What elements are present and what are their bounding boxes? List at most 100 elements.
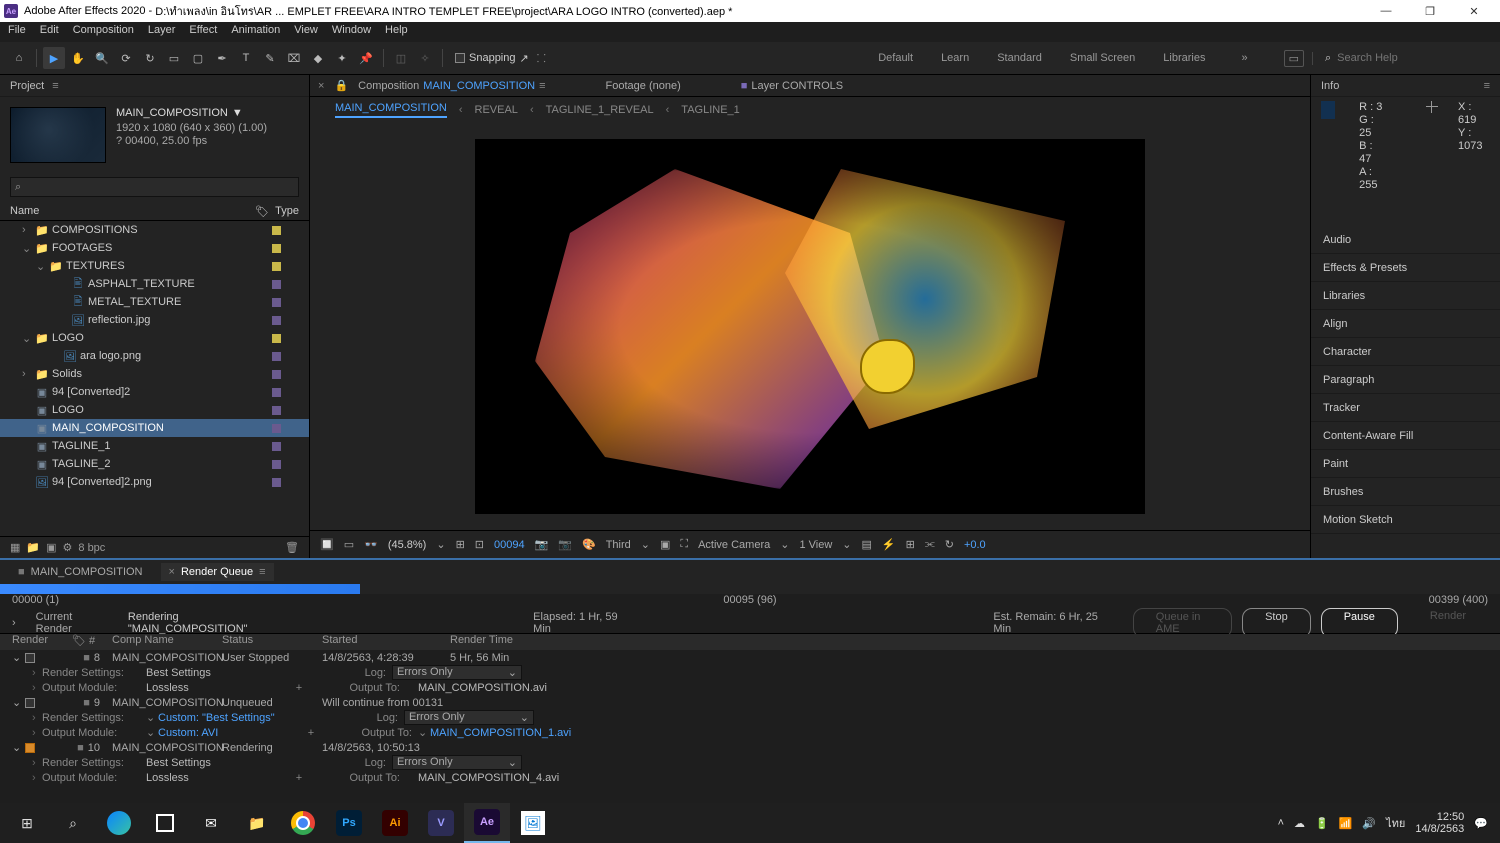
label-swatch[interactable]: [272, 442, 281, 451]
illustrator-button[interactable]: Ai: [372, 803, 418, 843]
footage-tab[interactable]: Footage (none): [606, 80, 681, 92]
log-dropdown[interactable]: Errors Only⌄: [392, 665, 522, 680]
breadcrumb-item[interactable]: TAGLINE_1_REVEAL: [546, 104, 654, 116]
rect-tool[interactable]: ▢: [187, 47, 209, 69]
workspace-small[interactable]: Small Screen: [1070, 52, 1135, 64]
tree-row[interactable]: 🖼 ara logo.png: [0, 347, 309, 365]
composition-viewer[interactable]: [310, 123, 1310, 530]
panel-libraries[interactable]: Libraries: [1311, 282, 1500, 310]
tree-row[interactable]: ▣ TAGLINE_2: [0, 455, 309, 473]
panel-menu-icon[interactable]: ≡: [1484, 80, 1490, 92]
pen-tool[interactable]: ✒: [211, 47, 233, 69]
add-output-icon[interactable]: +: [292, 682, 306, 694]
chevron-down-icon[interactable]: ⌄: [436, 538, 445, 551]
wifi-icon[interactable]: 📶: [1339, 817, 1353, 830]
dropdown-icon[interactable]: ⌄: [146, 726, 158, 739]
disclosure-icon[interactable]: ⌄: [12, 696, 21, 709]
breadcrumb-item[interactable]: TAGLINE_1: [681, 104, 740, 116]
trash-icon[interactable]: 🗑: [285, 541, 299, 554]
output-module-row[interactable]: › Output Module: ⌄ Custom: AVI + Output …: [12, 725, 1488, 740]
edge-button[interactable]: [96, 803, 142, 843]
new-folder-icon[interactable]: 📁: [26, 541, 40, 554]
column-name[interactable]: Name: [10, 205, 39, 218]
col-status[interactable]: Status: [222, 634, 322, 650]
photoshop-button[interactable]: Ps: [326, 803, 372, 843]
timeline-icon[interactable]: ⊞: [906, 538, 915, 551]
maximize-button[interactable]: ❐: [1408, 0, 1452, 22]
comp-thumbnail[interactable]: [10, 107, 106, 163]
tree-row[interactable]: 🖼 reflection.jpg: [0, 311, 309, 329]
tree-row[interactable]: › 📁 Solids: [0, 365, 309, 383]
label-swatch[interactable]: [272, 406, 281, 415]
flowchart-icon[interactable]: ⫘: [925, 538, 935, 551]
disclosure-icon[interactable]: ›: [32, 772, 42, 784]
col-render[interactable]: Render: [12, 634, 72, 650]
battery-icon[interactable]: 🔋: [1315, 817, 1329, 830]
pixel-aspect-icon[interactable]: ▤: [862, 538, 872, 551]
tree-row[interactable]: › 📁 COMPOSITIONS: [0, 221, 309, 239]
disclosure-icon[interactable]: ›: [32, 682, 42, 694]
reset-exposure-icon[interactable]: ↻: [945, 538, 954, 551]
snapping-checkbox[interactable]: [455, 53, 465, 63]
fast-preview-icon[interactable]: ⚡: [882, 538, 896, 551]
system-tray[interactable]: ˄ ☁ 🔋 📶 🔊 ไทย 12:50 14/8/2563 💬: [1270, 811, 1496, 835]
orbit-tool[interactable]: ⟳: [115, 47, 137, 69]
panel-audio[interactable]: Audio: [1311, 226, 1500, 254]
snapping-toggle[interactable]: Snapping ↗ ⸬: [455, 51, 546, 66]
language-indicator[interactable]: ไทย: [1386, 814, 1405, 832]
tree-toggle[interactable]: ›: [22, 224, 32, 236]
stop-button[interactable]: Stop: [1242, 608, 1311, 638]
viewer-canvas[interactable]: [475, 139, 1145, 514]
tree-row[interactable]: 🖹 METAL_TEXTURE: [0, 293, 309, 311]
grid-icon[interactable]: ⊡: [475, 538, 484, 551]
tab-menu-icon[interactable]: ≡: [539, 80, 545, 92]
render-settings-row[interactable]: › Render Settings: Best Settings Log: Er…: [12, 665, 1488, 680]
tree-row[interactable]: ▣ LOGO: [0, 401, 309, 419]
interpret-icon[interactable]: ▦: [10, 541, 20, 554]
column-type[interactable]: Type: [275, 205, 299, 218]
mask-tool[interactable]: ◫: [390, 47, 412, 69]
menu-file[interactable]: File: [8, 24, 26, 40]
camera-dropdown[interactable]: Active Camera: [698, 539, 770, 551]
label-swatch[interactable]: [272, 424, 281, 433]
project-panel-header[interactable]: Project ≡: [0, 75, 309, 97]
visualstudio-button[interactable]: V: [418, 803, 464, 843]
start-button[interactable]: ⊞: [4, 803, 50, 843]
disclosure-icon[interactable]: ›: [32, 757, 42, 769]
notifications-icon[interactable]: 💬: [1474, 817, 1488, 830]
tab-close-icon[interactable]: ×: [318, 80, 324, 92]
close-button[interactable]: ✕: [1452, 0, 1496, 22]
clock[interactable]: 12:50 14/8/2563: [1415, 811, 1464, 835]
menu-edit[interactable]: Edit: [40, 24, 59, 40]
render-item-row[interactable]: ⌄ ■ 8 MAIN_COMPOSITION User Stopped 14/8…: [12, 650, 1488, 665]
search-button[interactable]: ⌕: [50, 803, 96, 843]
project-tree[interactable]: › 📁 COMPOSITIONS ⌄ 📁 FOOTAGES ⌄ 📁 TEXTUR…: [0, 221, 309, 536]
tree-row[interactable]: ⌄ 📁 LOGO: [0, 329, 309, 347]
render-checkbox[interactable]: [25, 653, 35, 663]
quality-dropdown[interactable]: Third: [606, 539, 631, 551]
cloud-icon[interactable]: ☁: [1294, 817, 1305, 830]
tree-row[interactable]: ▣ TAGLINE_1: [0, 437, 309, 455]
shape-tool[interactable]: ✧: [414, 47, 436, 69]
type-tool[interactable]: T: [235, 47, 257, 69]
disclosure-icon[interactable]: ⌄: [12, 741, 21, 754]
workspace-default[interactable]: Default: [878, 52, 913, 64]
panel-paragraph[interactable]: Paragraph: [1311, 366, 1500, 394]
panel-motion-sketch[interactable]: Motion Sketch: [1311, 506, 1500, 534]
breadcrumb-item[interactable]: REVEAL: [475, 104, 518, 116]
puppet-tool[interactable]: 📌: [355, 47, 377, 69]
close-icon[interactable]: ×: [169, 566, 175, 578]
workspace-libraries[interactable]: Libraries: [1163, 52, 1205, 64]
aftereffects-button[interactable]: Ae: [464, 803, 510, 843]
frame-display[interactable]: 00094: [494, 539, 525, 551]
render-item-row[interactable]: ⌄ ■ 10 MAIN_COMPOSITION Rendering 14/8/2…: [12, 740, 1488, 755]
tag-icon[interactable]: 🏷: [255, 205, 269, 218]
chrome-button[interactable]: [280, 803, 326, 843]
menu-effect[interactable]: Effect: [189, 24, 217, 40]
tree-row[interactable]: 🖼 94 [Converted]2.png: [0, 473, 309, 491]
show-snapshot-icon[interactable]: 📷: [558, 538, 572, 551]
panel-character[interactable]: Character: [1311, 338, 1500, 366]
selection-tool[interactable]: ▶: [43, 47, 65, 69]
menu-view[interactable]: View: [294, 24, 318, 40]
dropdown-icon[interactable]: ▼: [232, 107, 243, 120]
